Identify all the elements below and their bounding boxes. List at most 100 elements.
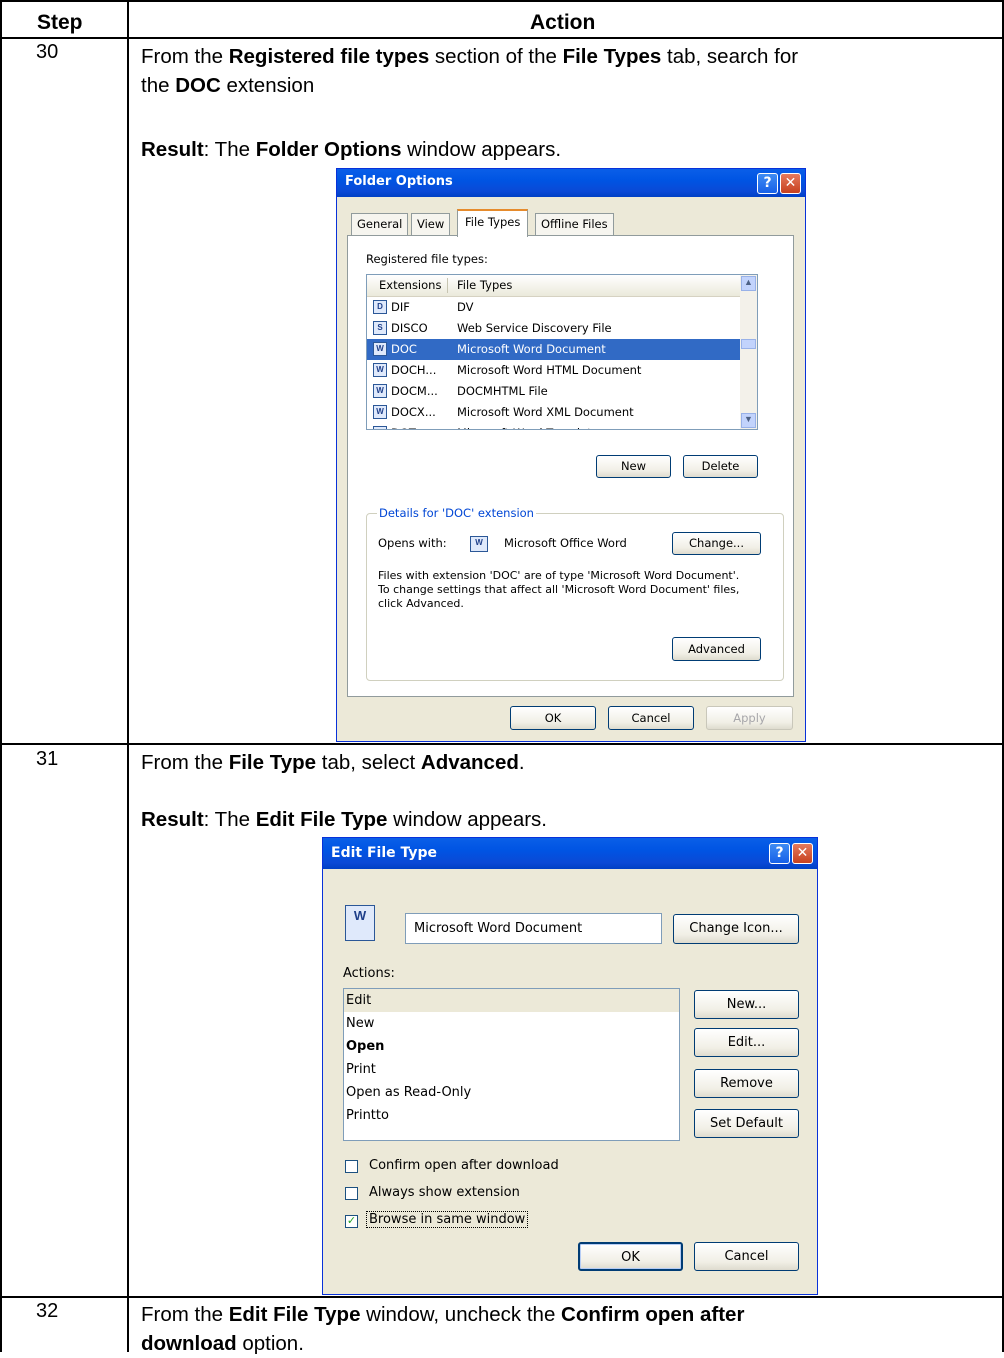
edit-action-button[interactable]: Edit... xyxy=(694,1028,799,1057)
registered-label: Registered file types: xyxy=(366,252,488,266)
ok-button[interactable]: OK xyxy=(510,706,596,730)
title-bar: Folder Options ? ✕ xyxy=(337,169,805,197)
file-type-name-value: Microsoft Word Document xyxy=(414,921,583,936)
file-type-cell: Microsoft Word Document xyxy=(457,342,606,356)
list-item[interactable]: W DOCH... Microsoft Word HTML Document xyxy=(367,360,741,381)
advanced-button[interactable]: Advanced xyxy=(672,637,761,661)
apply-button[interactable]: Apply xyxy=(706,706,793,730)
step-number: 30 xyxy=(36,41,59,63)
file-type-cell: DV xyxy=(457,300,474,314)
opens-with-label: Opens with: xyxy=(378,536,447,550)
always-show-extension-checkbox[interactable] xyxy=(345,1187,358,1200)
header-action: Action xyxy=(530,11,596,34)
step-number: 32 xyxy=(36,1300,59,1322)
step-text: From the Registered file types section o… xyxy=(141,45,799,97)
file-type-cell: Microsoft Word HTML Document xyxy=(457,363,642,377)
file-type-name-field[interactable]: Microsoft Word Document xyxy=(405,913,662,944)
extension-cell: DIF xyxy=(391,300,410,314)
file-type-cell: Microsoft Word Template xyxy=(457,426,599,429)
list-rows: D DIF DV S DISCO Web Service Discovery File W D… xyxy=(367,297,741,429)
new-button[interactable]: New xyxy=(596,455,671,478)
title-bar: Edit File Type ? ✕ xyxy=(323,838,817,869)
extension-cell: DOCM... xyxy=(391,384,438,398)
list-item[interactable]: W DOCM... DOCMHTML File xyxy=(367,381,741,402)
cancel-button[interactable]: Cancel xyxy=(694,1242,799,1271)
ok-button[interactable]: OK xyxy=(578,1242,683,1271)
remove-button[interactable]: Remove xyxy=(694,1069,799,1098)
details-group: Details for 'DOC' extension Opens with: … xyxy=(366,506,784,681)
column-extensions[interactable]: Extensions xyxy=(379,278,441,292)
list-item[interactable]: S DISCO Web Service Discovery File xyxy=(367,318,741,339)
list-header: Extensions File Types xyxy=(367,275,741,297)
table-border-top xyxy=(0,0,1004,2)
file-type-icon: W xyxy=(373,405,387,419)
extension-cell: DOT xyxy=(391,426,416,429)
window-title: Edit File Type xyxy=(331,845,438,861)
file-type-icon: D xyxy=(373,300,387,314)
actions-rows: Edit New Open Print Open as Read-Only Printto xyxy=(344,989,679,1127)
word-icon: W xyxy=(470,536,488,552)
tab-view[interactable]: View xyxy=(411,213,451,235)
confirm-open-checkbox[interactable] xyxy=(345,1160,358,1173)
action-item[interactable]: Open as Read-Only xyxy=(344,1081,679,1104)
help-icon[interactable]: ? xyxy=(757,173,778,194)
folder-options-window: Folder Options ? ✕ General View File Typ… xyxy=(336,168,806,742)
list-item[interactable]: W DOCX... Microsoft Word XML Document xyxy=(367,402,741,423)
file-type-cell: Microsoft Word XML Document xyxy=(457,405,634,419)
set-default-button[interactable]: Set Default xyxy=(694,1109,799,1138)
list-item[interactable]: W DOC Microsoft Word Document xyxy=(367,339,741,360)
tab-general[interactable]: General xyxy=(351,213,409,235)
browse-same-window-checkbox[interactable]: ✓ xyxy=(345,1215,358,1228)
step-text: From the Edit File Type window, uncheck … xyxy=(141,1303,745,1355)
close-icon[interactable]: ✕ xyxy=(792,843,813,864)
file-types-list[interactable]: Extensions File Types D DIF DV S DISCO Web Se… xyxy=(366,274,758,430)
tab-file-types[interactable]: File Types xyxy=(457,209,529,237)
list-item[interactable]: W DOT Microsoft Word Template xyxy=(367,423,741,429)
extension-cell: DOCX... xyxy=(391,405,436,419)
file-type-icon: S xyxy=(373,321,387,335)
always-show-extension-label: Always show extension xyxy=(369,1185,520,1200)
browse-same-window-label: Browse in same window xyxy=(365,1211,529,1228)
scroll-up-icon[interactable]: ▲ xyxy=(741,276,756,291)
actions-label: Actions: xyxy=(343,966,395,981)
tab-panel: Registered file types: Extensions File T… xyxy=(347,235,794,697)
help-icon[interactable]: ? xyxy=(769,843,790,864)
action-item[interactable]: Printto xyxy=(344,1104,679,1127)
header-step: Step xyxy=(37,11,83,34)
scrollbar[interactable]: ▲ ▼ xyxy=(740,275,757,429)
step-result: Result: The Edit File Type window appear… xyxy=(141,808,547,831)
edit-file-type-window: Edit File Type ? ✕ W Microsoft Word Docu… xyxy=(322,837,818,1295)
file-type-icon: W xyxy=(373,426,387,429)
action-item[interactable]: Print xyxy=(344,1058,679,1081)
header-divider xyxy=(0,37,1004,39)
extension-cell: DOCH... xyxy=(391,363,437,377)
action-item[interactable]: New xyxy=(344,1012,679,1035)
step-text: From the File Type tab, select Advanced. xyxy=(141,751,525,774)
actions-list[interactable]: Edit New Open Print Open as Read-Only Printto xyxy=(343,988,680,1141)
action-item[interactable]: Open xyxy=(344,1035,679,1058)
file-type-icon: W xyxy=(373,342,387,356)
column-file-types[interactable]: File Types xyxy=(457,278,512,292)
scroll-thumb[interactable] xyxy=(741,339,756,349)
file-type-cell: DOCMHTML File xyxy=(457,384,548,398)
delete-button[interactable]: Delete xyxy=(683,455,758,478)
new-action-button[interactable]: New... xyxy=(694,990,799,1019)
step-result: Result: The Folder Options window appear… xyxy=(141,138,562,161)
scroll-down-icon[interactable]: ▼ xyxy=(741,413,756,428)
table-border-left xyxy=(0,0,2,1352)
row-divider xyxy=(0,1296,1004,1298)
change-icon-button[interactable]: Change Icon... xyxy=(673,914,799,944)
word-document-icon: W xyxy=(345,905,375,941)
cancel-button[interactable]: Cancel xyxy=(608,706,694,730)
extension-cell: DOC xyxy=(391,342,417,356)
close-icon[interactable]: ✕ xyxy=(780,173,801,194)
action-item[interactable]: Edit xyxy=(344,989,679,1012)
list-item[interactable]: D DIF DV xyxy=(367,297,741,318)
file-type-cell: Web Service Discovery File xyxy=(457,321,612,335)
change-button[interactable]: Change... xyxy=(672,532,761,555)
column-divider xyxy=(127,0,129,1352)
step-number: 31 xyxy=(36,748,59,770)
confirm-open-label: Confirm open after download xyxy=(369,1158,559,1173)
opens-with-value: Microsoft Office Word xyxy=(504,536,627,550)
tab-offline-files[interactable]: Offline Files xyxy=(535,213,614,235)
